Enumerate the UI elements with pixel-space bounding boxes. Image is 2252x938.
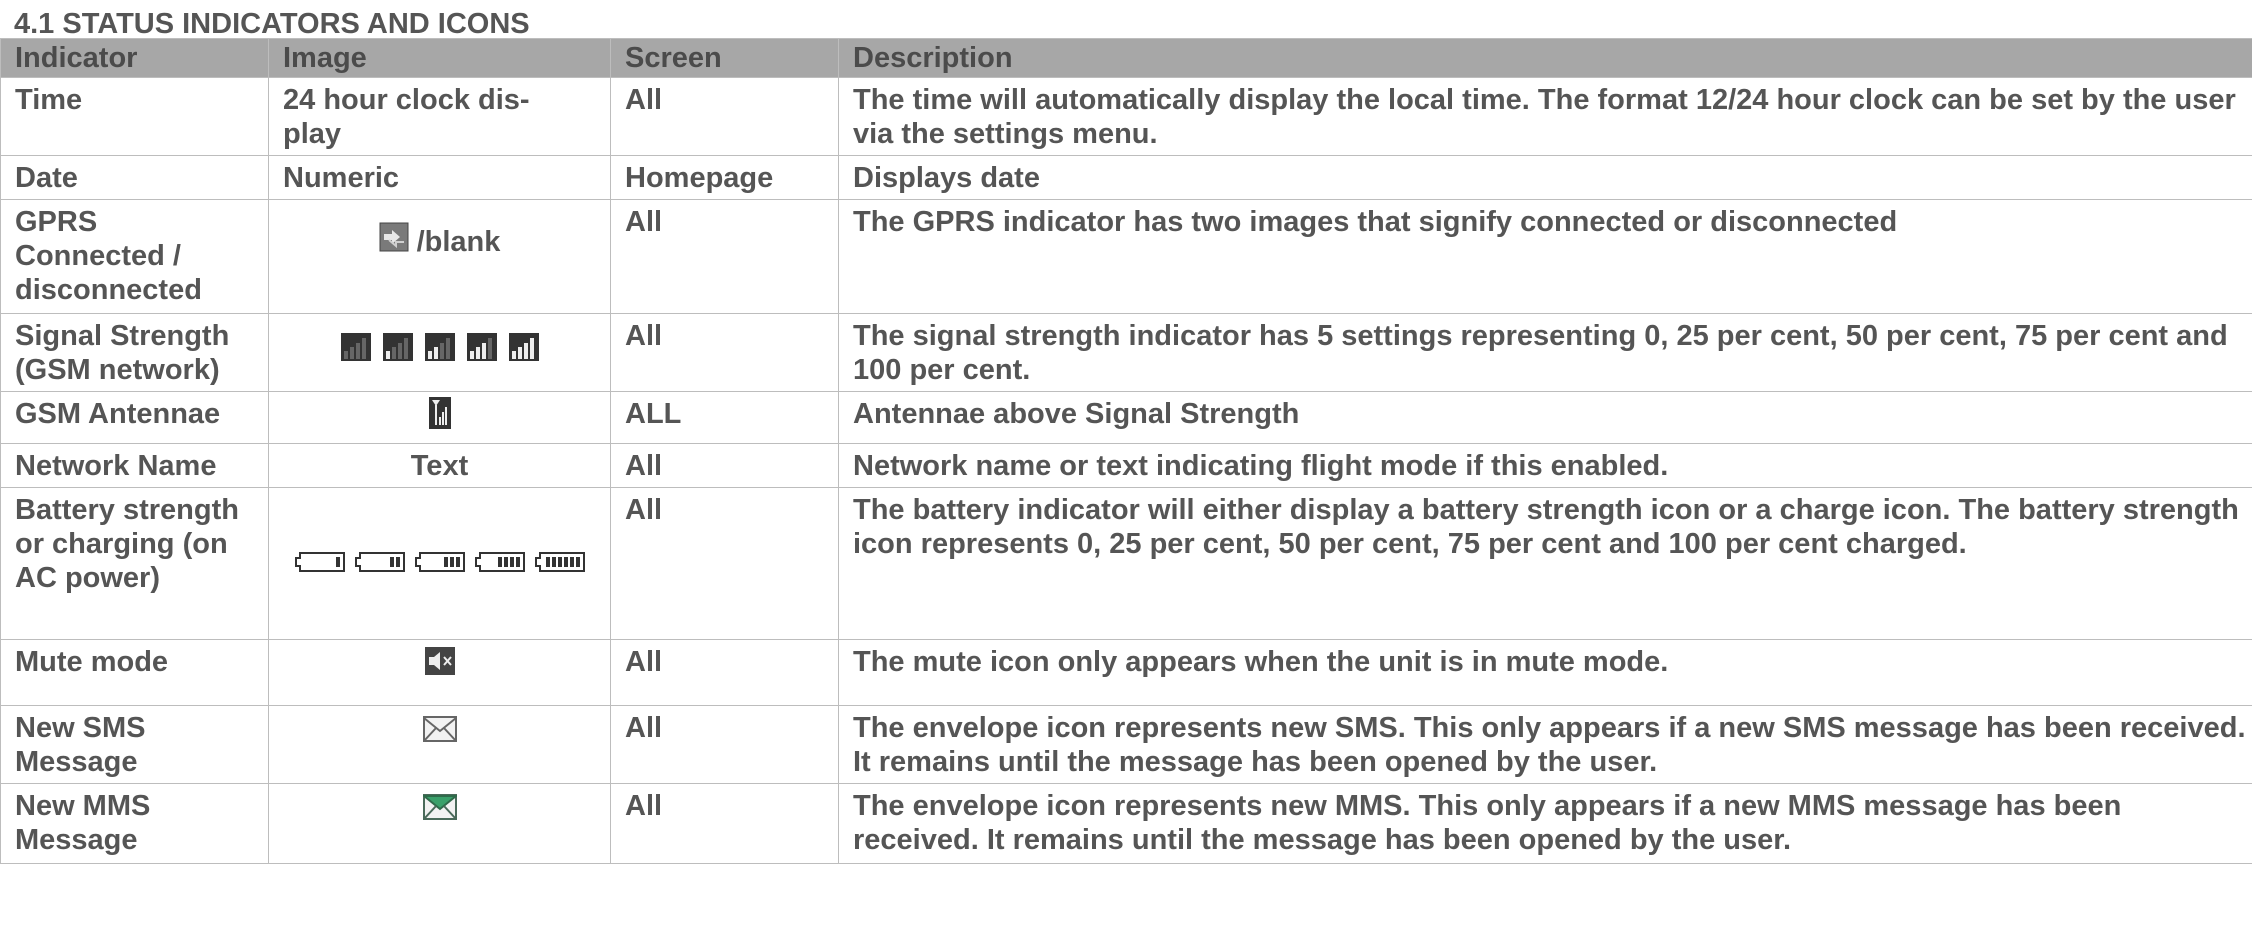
indicator-cell: Battery strength or charging (on AC powe… xyxy=(0,487,269,640)
screen-cell: All xyxy=(610,199,839,314)
section-title-bar: 4.1 STATUS INDICATORS AND ICONS xyxy=(0,0,2252,40)
indicator-cell: New SMS Message xyxy=(0,705,269,784)
indicator-cell: Mute mode xyxy=(0,639,269,706)
description-cell: Network name or text indicating flight m… xyxy=(838,443,2252,488)
indicator-cell: GPRS Connected / disconnected xyxy=(0,199,269,314)
screen-cell: All xyxy=(610,443,839,488)
image-cell xyxy=(268,313,611,392)
screen-cell: All xyxy=(610,639,839,706)
status-indicators-table: Indicator Image Screen Description Time … xyxy=(0,38,2252,864)
indicator-cell: New MMS Message xyxy=(0,783,269,864)
indicator-cell: Signal Strength (GSM network) xyxy=(0,313,269,392)
description-cell: The envelope icon represents new MMS. Th… xyxy=(838,783,2252,864)
image-cell: /blank xyxy=(268,199,611,314)
header-screen: Screen xyxy=(610,38,839,78)
header-image: Image xyxy=(268,38,611,78)
indicator-cell: GSM Antennae xyxy=(0,391,269,444)
signal-strength-0-icon xyxy=(340,333,371,361)
antenna-icon xyxy=(428,397,451,429)
envelope-green-icon xyxy=(422,794,457,820)
description-cell: Antennae above Signal Strength xyxy=(838,391,2252,444)
table-row: Time 24 hour clock dis-play All The time… xyxy=(0,77,2252,156)
battery-100-icon xyxy=(534,552,585,572)
indicator-cell: Date xyxy=(0,155,269,200)
screen-cell: All xyxy=(610,313,839,392)
table-row: New SMS Message All The envelope icon re… xyxy=(0,705,2252,784)
signal-strength-75-icon xyxy=(466,333,497,361)
description-cell: Displays date xyxy=(838,155,2252,200)
table-row: Signal Strength (GSM network) All The si… xyxy=(0,313,2252,392)
table-row: Mute mode All The mute icon only appears… xyxy=(0,639,2252,706)
table-row: GSM Antennae ALL Antennae above Signal S… xyxy=(0,391,2252,444)
image-cell xyxy=(268,487,611,640)
signal-strength-100-icon xyxy=(508,333,539,361)
description-cell: The GPRS indicator has two images that s… xyxy=(838,199,2252,314)
image-cell xyxy=(268,783,611,864)
description-cell: The battery indicator will either displa… xyxy=(838,487,2252,640)
screen-cell: All xyxy=(610,705,839,784)
gprs-icon xyxy=(379,222,409,252)
image-cell: Text xyxy=(268,443,611,488)
table-row: GPRS Connected / disconnected /blank All… xyxy=(0,199,2252,314)
signal-strength-50-icon xyxy=(424,333,455,361)
image-cell xyxy=(268,705,611,784)
section-title: 4.1 STATUS INDICATORS AND ICONS xyxy=(14,8,530,40)
header-description: Description xyxy=(838,38,2252,78)
indicator-cell: Time xyxy=(0,77,269,156)
battery-50-icon xyxy=(414,552,465,572)
signal-strength-25-icon xyxy=(382,333,413,361)
header-indicator: Indicator xyxy=(0,38,269,78)
image-cell: Numeric xyxy=(268,155,611,200)
screen-cell: ALL xyxy=(610,391,839,444)
image-cell xyxy=(268,391,611,444)
table-row: Battery strength or charging (on AC powe… xyxy=(0,487,2252,640)
table-row: New MMS Message All The envelope icon re… xyxy=(0,783,2252,864)
gprs-blank-label: /blank xyxy=(416,226,501,258)
envelope-icon xyxy=(422,716,457,742)
battery-75-icon xyxy=(474,552,525,572)
table-header-row: Indicator Image Screen Description xyxy=(0,38,2252,78)
description-cell: The signal strength indicator has 5 sett… xyxy=(838,313,2252,392)
table-row: Date Numeric Homepage Displays date xyxy=(0,155,2252,200)
screen-cell: Homepage xyxy=(610,155,839,200)
description-cell: The mute icon only appears when the unit… xyxy=(838,639,2252,706)
screen-cell: All xyxy=(610,487,839,640)
mute-icon xyxy=(424,647,455,675)
battery-25-icon xyxy=(354,552,405,572)
description-cell: The envelope icon represents new SMS. Th… xyxy=(838,705,2252,784)
screen-cell: All xyxy=(610,783,839,864)
description-cell: The time will automatically display the … xyxy=(838,77,2252,156)
image-cell xyxy=(268,639,611,706)
image-cell: 24 hour clock dis-play xyxy=(268,77,611,156)
battery-0-icon xyxy=(294,552,345,572)
screen-cell: All xyxy=(610,77,839,156)
table-row: Network Name Text All Network name or te… xyxy=(0,443,2252,488)
indicator-cell: Network Name xyxy=(0,443,269,488)
